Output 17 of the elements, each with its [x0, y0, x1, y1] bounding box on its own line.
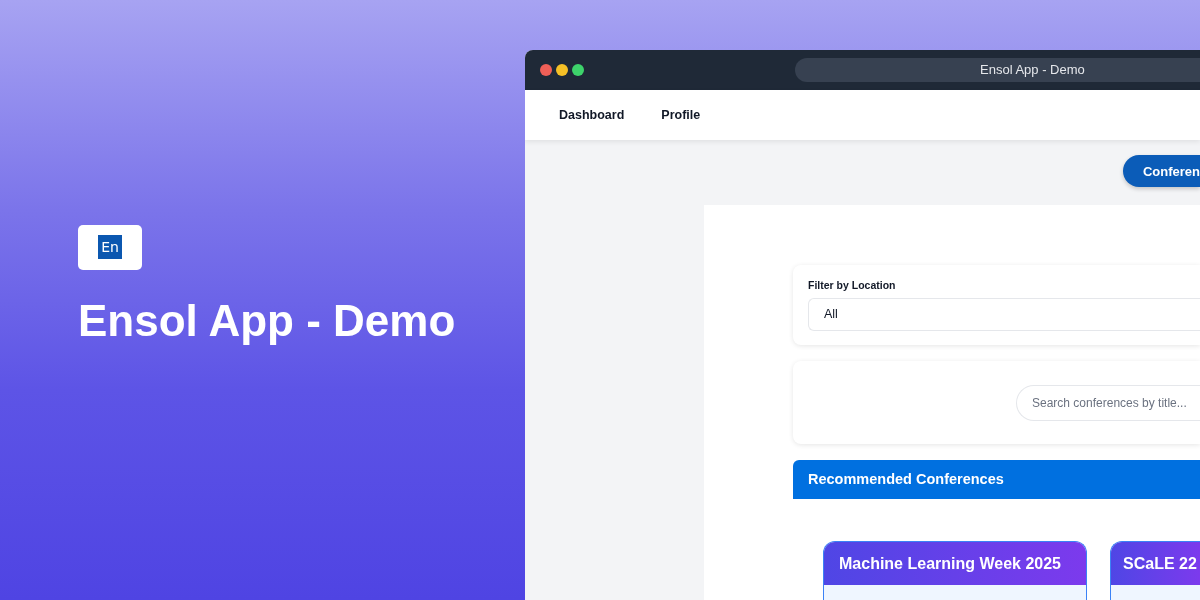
logo: En	[98, 235, 122, 259]
conference-title: Machine Learning Week 2025	[824, 542, 1086, 585]
window-title: Ensol App - Demo	[795, 58, 1200, 82]
minimize-icon[interactable]	[556, 64, 568, 76]
filter-label: Filter by Location	[808, 279, 897, 291]
hero-title: Ensol App - Demo	[78, 295, 457, 346]
search-field[interactable]: Search conferences by title...	[1016, 384, 1200, 421]
nav-link[interactable]: Dashboard	[559, 108, 625, 122]
conference-card[interactable]: SCaLE 22	[1110, 541, 1200, 600]
nav-link[interactable]: Profile	[661, 108, 701, 122]
maximize-icon[interactable]	[572, 64, 584, 76]
close-icon[interactable]	[540, 64, 552, 76]
conference-card[interactable]: Machine Learning Week 2025	[823, 541, 1087, 600]
section-header: Recommended Conferences	[793, 460, 1200, 499]
conferences-button[interactable]: Conferen	[1122, 155, 1200, 187]
location-select[interactable]: All	[808, 298, 1200, 331]
conference-title: SCaLE 22	[1111, 542, 1200, 585]
